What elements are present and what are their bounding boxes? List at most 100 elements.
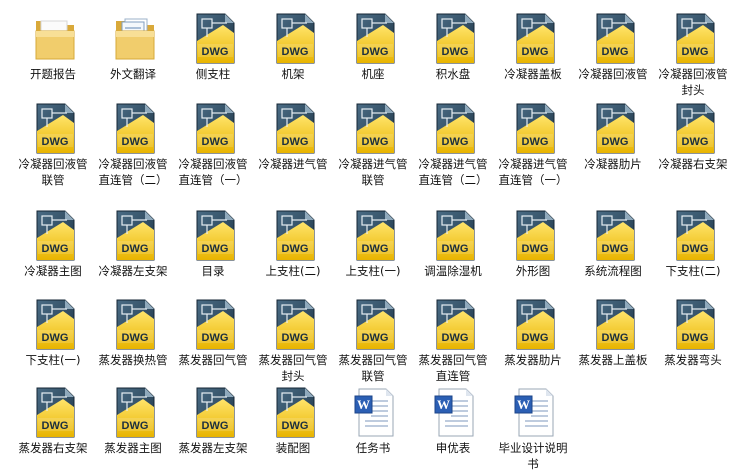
file-name-label: 上支柱(一) bbox=[345, 264, 401, 278]
svg-text:DWG: DWG bbox=[442, 46, 469, 58]
file-item[interactable]: DWG 蒸发器回气管联管 bbox=[333, 294, 413, 383]
file-item[interactable]: DWG 侧支柱 bbox=[173, 8, 253, 96]
file-item[interactable]: DWG 冷凝器进气管直连管（二） bbox=[413, 98, 493, 187]
file-item[interactable]: DWG 蒸发器主图 bbox=[93, 382, 173, 470]
svg-text:DWG: DWG bbox=[362, 46, 389, 58]
dwg-file-icon: DWG bbox=[36, 387, 75, 438]
file-item[interactable]: DWG 目录 bbox=[173, 205, 253, 293]
dwg-file-icon: DWG bbox=[276, 13, 315, 64]
file-name-label: 调温除湿机 bbox=[424, 264, 482, 278]
svg-text:DWG: DWG bbox=[282, 136, 309, 148]
file-item[interactable]: DWG 冷凝器回液管直连管（二） bbox=[93, 98, 173, 187]
file-item[interactable]: DWG 调温除湿机 bbox=[413, 205, 493, 293]
file-item[interactable]: DWG 蒸发器回气管封头 bbox=[253, 294, 333, 383]
svg-text:DWG: DWG bbox=[602, 332, 629, 344]
file-icon-wrap: DWG bbox=[673, 299, 717, 351]
file-icon-wrap: DWG bbox=[593, 13, 637, 65]
dwg-file-icon: DWG bbox=[116, 387, 155, 438]
file-name-label: 蒸发器回气管直连管 bbox=[418, 353, 488, 383]
file-icon-wrap bbox=[33, 13, 77, 65]
file-icon-wrap: DWG bbox=[193, 387, 237, 439]
file-item[interactable]: DWG 外形图 bbox=[493, 205, 573, 293]
file-icon-grid: 开题报告 外文翻译 DWG 侧支柱 DWG 机架 DWG 机座 DWG 积水盘 … bbox=[0, 0, 738, 471]
dwg-file-icon: DWG bbox=[676, 13, 715, 64]
file-item[interactable]: 开题报告 bbox=[13, 8, 93, 96]
file-name-label: 冷凝器回液管直连管（一） bbox=[178, 157, 248, 187]
file-item[interactable]: DWG 下支柱(二) bbox=[653, 205, 733, 293]
svg-text:DWG: DWG bbox=[202, 332, 229, 344]
file-item[interactable]: DWG 装配图 bbox=[253, 382, 333, 470]
dwg-file-icon: DWG bbox=[36, 299, 75, 350]
dwg-file-icon: DWG bbox=[596, 103, 635, 154]
file-item[interactable]: DWG 系统流程图 bbox=[573, 205, 653, 293]
file-item[interactable]: DWG 下支柱(一) bbox=[13, 294, 93, 382]
file-name-label: 机架 bbox=[281, 67, 305, 81]
svg-text:DWG: DWG bbox=[42, 136, 69, 148]
dwg-file-icon: DWG bbox=[116, 103, 155, 154]
file-name-label: 冷凝器回液管封头 bbox=[658, 67, 728, 97]
file-item[interactable]: DWG 冷凝器回液管封头 bbox=[653, 8, 733, 97]
svg-text:DWG: DWG bbox=[442, 136, 469, 148]
file-item[interactable]: DWG 冷凝器肋片 bbox=[573, 98, 653, 186]
svg-text:DWG: DWG bbox=[282, 332, 309, 344]
svg-text:DWG: DWG bbox=[122, 136, 149, 148]
file-item[interactable]: DWG 冷凝器进气管直连管（一） bbox=[493, 98, 573, 187]
dwg-file-icon: DWG bbox=[276, 210, 315, 261]
file-item[interactable]: DWG 蒸发器上盖板 bbox=[573, 294, 653, 382]
file-name-label: 蒸发器上盖板 bbox=[578, 353, 648, 367]
file-item[interactable]: DWG 蒸发器肋片 bbox=[493, 294, 573, 382]
svg-text:DWG: DWG bbox=[122, 420, 149, 432]
file-item[interactable]: DWG 机座 bbox=[333, 8, 413, 96]
file-item[interactable]: DWG 蒸发器右支架 bbox=[13, 382, 93, 470]
dwg-file-icon: DWG bbox=[116, 210, 155, 261]
svg-text:DWG: DWG bbox=[202, 136, 229, 148]
svg-text:DWG: DWG bbox=[442, 243, 469, 255]
svg-text:DWG: DWG bbox=[602, 136, 629, 148]
dwg-file-icon: DWG bbox=[356, 103, 395, 154]
file-item[interactable]: W 毕业设计说明书 bbox=[493, 382, 573, 471]
file-item[interactable]: DWG 冷凝器左支架 bbox=[93, 205, 173, 293]
file-item[interactable]: DWG 冷凝器主图 bbox=[13, 205, 93, 293]
file-item[interactable]: DWG 上支柱(一) bbox=[333, 205, 413, 293]
file-item[interactable]: DWG 蒸发器弯头 bbox=[653, 294, 733, 382]
file-item[interactable]: DWG 冷凝器回液管 bbox=[573, 8, 653, 96]
file-name-label: 蒸发器换热管 bbox=[98, 353, 168, 367]
file-name-label: 外文翻译 bbox=[110, 67, 156, 81]
svg-text:DWG: DWG bbox=[122, 243, 149, 255]
file-name-label: 侧支柱 bbox=[195, 67, 231, 81]
file-item[interactable]: DWG 机架 bbox=[253, 8, 333, 96]
file-icon-wrap: DWG bbox=[113, 299, 157, 351]
svg-text:DWG: DWG bbox=[522, 332, 549, 344]
file-name-label: 开题报告 bbox=[30, 67, 76, 81]
file-icon-wrap: DWG bbox=[433, 103, 477, 155]
file-name-label: 蒸发器肋片 bbox=[504, 353, 562, 367]
file-item[interactable]: DWG 蒸发器回气管直连管 bbox=[413, 294, 493, 383]
file-item[interactable]: DWG 积水盘 bbox=[413, 8, 493, 96]
file-item[interactable]: DWG 蒸发器左支架 bbox=[173, 382, 253, 470]
file-item[interactable]: DWG 冷凝器回液管联管 bbox=[13, 98, 93, 187]
svg-text:DWG: DWG bbox=[282, 46, 309, 58]
file-icon-wrap: DWG bbox=[513, 299, 557, 351]
file-name-label: 冷凝器回液管 bbox=[578, 67, 648, 81]
file-item[interactable]: DWG 冷凝器右支架 bbox=[653, 98, 733, 186]
dwg-file-icon: DWG bbox=[356, 299, 395, 350]
dwg-file-icon: DWG bbox=[196, 13, 235, 64]
file-item[interactable]: W 任务书 bbox=[333, 382, 413, 470]
dwg-file-icon: DWG bbox=[356, 210, 395, 261]
file-item[interactable]: DWG 上支柱(二) bbox=[253, 205, 333, 293]
file-item[interactable]: DWG 冷凝器盖板 bbox=[493, 8, 573, 96]
file-item[interactable]: 外文翻译 bbox=[93, 8, 173, 96]
file-item[interactable]: DWG 冷凝器回液管直连管（一） bbox=[173, 98, 253, 187]
file-icon-wrap: DWG bbox=[353, 299, 397, 351]
file-item[interactable]: DWG 蒸发器换热管 bbox=[93, 294, 173, 382]
file-item[interactable]: DWG 蒸发器回气管 bbox=[173, 294, 253, 382]
file-name-label: 冷凝器右支架 bbox=[658, 157, 728, 171]
file-name-label: 蒸发器主图 bbox=[104, 441, 162, 455]
file-icon-wrap: DWG bbox=[113, 103, 157, 155]
file-item[interactable]: DWG 冷凝器进气管 bbox=[253, 98, 333, 186]
file-item[interactable]: DWG 冷凝器进气管联管 bbox=[333, 98, 413, 187]
file-name-label: 积水盘 bbox=[435, 67, 471, 81]
file-item[interactable]: W 申优表 bbox=[413, 382, 493, 470]
file-icon-wrap: DWG bbox=[433, 299, 477, 351]
dwg-file-icon: DWG bbox=[436, 13, 475, 64]
